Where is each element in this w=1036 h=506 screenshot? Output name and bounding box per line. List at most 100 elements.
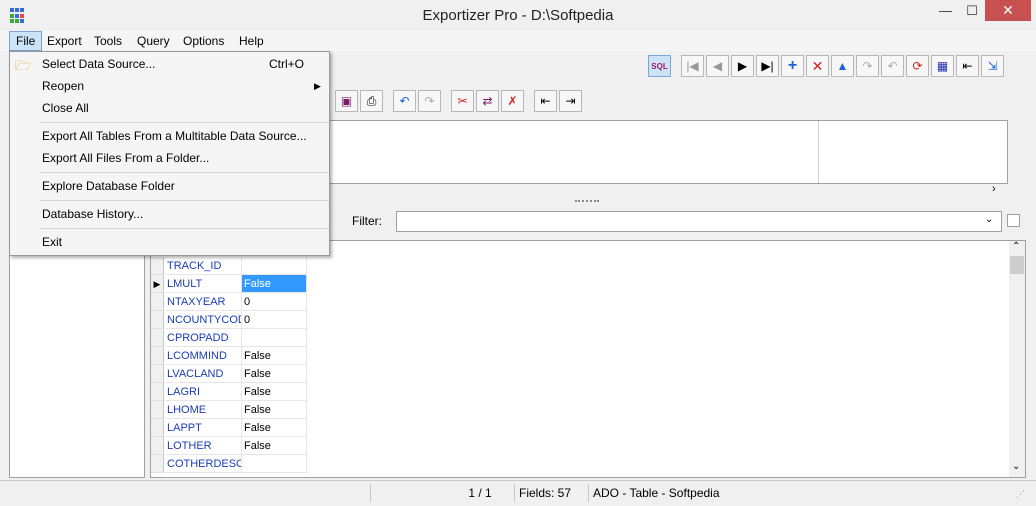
table-row[interactable]: LCOMMIND False: [151, 347, 311, 365]
vertical-scrollbar[interactable]: ⌃ ⌄: [1009, 241, 1025, 477]
menu-file[interactable]: File: [9, 31, 43, 51]
clear-icon[interactable]: ✂: [451, 90, 474, 112]
cancel-edit-icon[interactable]: ↶: [881, 55, 904, 77]
menu-item-select-data-source[interactable]: Select Data Source... Ctrl+O: [10, 53, 329, 75]
minimize-button[interactable]: —: [932, 0, 959, 21]
tables-tree-panel[interactable]: [9, 255, 145, 478]
row-indicator[interactable]: [151, 329, 164, 347]
field-name-cell[interactable]: LMULT: [165, 275, 242, 293]
save-icon[interactable]: ▣: [335, 90, 358, 112]
edit-record-icon[interactable]: ▲: [831, 55, 854, 77]
field-value-cell[interactable]: False: [242, 347, 307, 365]
filter-checkbox[interactable]: [1007, 214, 1020, 227]
chevron-down-icon[interactable]: ⌄: [985, 214, 993, 225]
scroll-down-icon[interactable]: ⌄: [1012, 461, 1020, 472]
menu-item-exit[interactable]: Exit: [10, 231, 329, 253]
last-record-icon[interactable]: ▶|: [756, 55, 779, 77]
row-indicator[interactable]: [151, 293, 164, 311]
first-record-icon[interactable]: |◀: [681, 55, 704, 77]
menu-options[interactable]: Options: [177, 31, 230, 51]
field-value-cell[interactable]: False: [242, 401, 307, 419]
delete-record-icon[interactable]: ✕: [806, 55, 829, 77]
row-indicator[interactable]: [151, 437, 164, 455]
resize-grip-icon[interactable]: ⋰: [1016, 487, 1030, 501]
indent-icon[interactable]: ⇥: [559, 90, 582, 112]
field-value-cell[interactable]: 0: [242, 311, 307, 329]
row-indicator[interactable]: [151, 257, 164, 275]
table-row[interactable]: TRACK_ID: [151, 257, 311, 275]
sql-query-icon[interactable]: SQL: [648, 55, 671, 77]
field-name-cell[interactable]: LHOME: [165, 401, 242, 419]
close-button[interactable]: ✕: [985, 0, 1031, 21]
scroll-right-icon[interactable]: ›: [992, 183, 996, 195]
redo-icon[interactable]: ↷: [418, 90, 441, 112]
table-row[interactable]: LVACLAND False: [151, 365, 311, 383]
data-grid[interactable]: TRACK_ID ▶ LMULT False NTAXYEAR 0 NCOUNTYCOD 0 C…: [150, 240, 1026, 478]
next-record-icon[interactable]: ▶: [731, 55, 754, 77]
field-value-cell[interactable]: False: [242, 275, 307, 293]
row-indicator[interactable]: [151, 365, 164, 383]
refresh-icon[interactable]: ⟳: [906, 55, 929, 77]
maximize-button[interactable]: ☐: [959, 0, 985, 21]
row-indicator[interactable]: [151, 347, 164, 365]
post-edit-icon[interactable]: ↷: [856, 55, 879, 77]
grid-view-icon[interactable]: ▦: [931, 55, 954, 77]
menu-item-explore-database-folder[interactable]: Explore Database Folder: [10, 175, 329, 197]
collapse-panel-icon[interactable]: ⇤: [956, 55, 979, 77]
field-value-cell[interactable]: [242, 329, 307, 347]
menu-item-database-history[interactable]: Database History...: [10, 203, 329, 225]
undo-icon[interactable]: ↶: [393, 90, 416, 112]
row-indicator[interactable]: [151, 455, 164, 473]
field-value-cell[interactable]: 0: [242, 293, 307, 311]
restore-icon[interactable]: ⇄: [476, 90, 499, 112]
row-indicator[interactable]: [151, 311, 164, 329]
field-value-cell[interactable]: [242, 455, 307, 473]
field-name-cell[interactable]: LCOMMIND: [165, 347, 242, 365]
table-row[interactable]: NCOUNTYCOD 0: [151, 311, 311, 329]
outdent-icon[interactable]: ⇤: [534, 90, 557, 112]
export-icon[interactable]: ⇲: [981, 55, 1004, 77]
table-row[interactable]: LAPPT False: [151, 419, 311, 437]
menu-tools[interactable]: Tools: [88, 31, 128, 51]
filter-input[interactable]: ⌄: [396, 211, 1002, 232]
table-row[interactable]: CPROPADD: [151, 329, 311, 347]
table-row[interactable]: COTHERDESC: [151, 455, 311, 473]
menu-item-close-all[interactable]: Close All: [10, 97, 329, 119]
table-row[interactable]: LHOME False: [151, 401, 311, 419]
table-row[interactable]: NTAXYEAR 0: [151, 293, 311, 311]
menu-export[interactable]: Export: [41, 31, 88, 51]
field-name-cell[interactable]: NTAXYEAR: [165, 293, 242, 311]
menu-item-export-all-tables[interactable]: Export All Tables From a Multitable Data…: [10, 125, 329, 147]
field-name-cell[interactable]: LAPPT: [165, 419, 242, 437]
insert-record-icon[interactable]: +: [781, 55, 804, 77]
row-indicator[interactable]: [151, 419, 164, 437]
menu-query[interactable]: Query: [131, 31, 176, 51]
remove-icon[interactable]: ✗: [501, 90, 524, 112]
field-name-cell[interactable]: TRACK_ID: [165, 257, 242, 275]
current-row-arrow-icon[interactable]: ▶: [151, 275, 164, 293]
table-row[interactable]: LOTHER False: [151, 437, 311, 455]
prior-record-icon[interactable]: ◀: [706, 55, 729, 77]
field-name-cell[interactable]: LAGRI: [165, 383, 242, 401]
field-value-cell[interactable]: False: [242, 419, 307, 437]
print-icon[interactable]: ⎙: [360, 90, 383, 112]
field-name-cell[interactable]: NCOUNTYCOD: [165, 311, 242, 329]
table-row[interactable]: ▶ LMULT False: [151, 275, 311, 293]
row-indicator[interactable]: [151, 401, 164, 419]
row-indicator[interactable]: [151, 383, 164, 401]
splitter-handle[interactable]: [575, 200, 599, 204]
menu-item-export-all-files[interactable]: Export All Files From a Folder...: [10, 147, 329, 169]
field-value-cell[interactable]: False: [242, 383, 307, 401]
field-value-cell[interactable]: False: [242, 437, 307, 455]
field-value-cell[interactable]: False: [242, 365, 307, 383]
field-name-cell[interactable]: CPROPADD: [165, 329, 242, 347]
scrollbar-thumb[interactable]: [1010, 256, 1024, 274]
field-name-cell[interactable]: LVACLAND: [165, 365, 242, 383]
field-value-cell[interactable]: [242, 257, 307, 275]
field-name-cell[interactable]: LOTHER: [165, 437, 242, 455]
scroll-up-icon[interactable]: ⌃: [1012, 241, 1020, 252]
field-name-cell[interactable]: COTHERDESC: [165, 455, 242, 473]
menu-item-reopen[interactable]: Reopen ▶: [10, 75, 329, 97]
menu-help[interactable]: Help: [233, 31, 270, 51]
table-row[interactable]: LAGRI False: [151, 383, 311, 401]
